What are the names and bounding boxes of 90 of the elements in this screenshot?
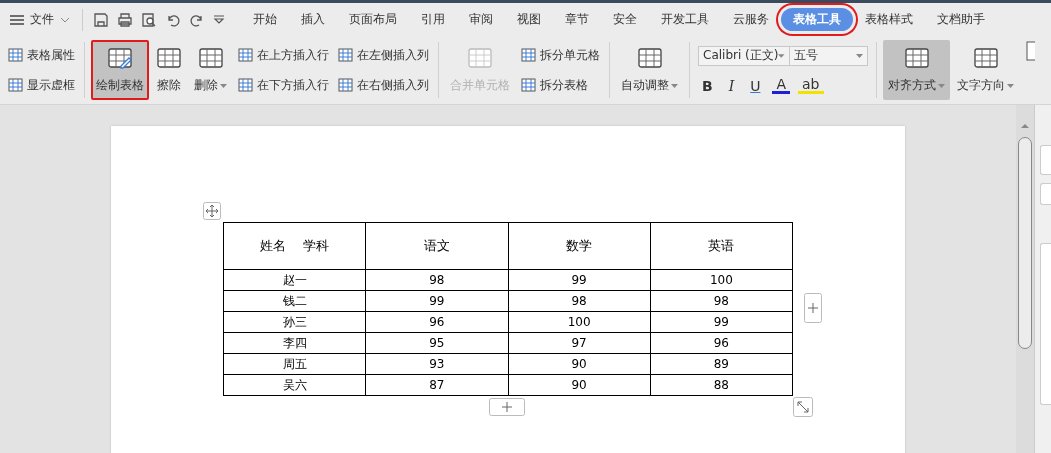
- table-cell: 孙三: [223, 311, 366, 333]
- table-cell: 98: [365, 269, 508, 291]
- table-icon: [337, 48, 353, 62]
- ribbon-button[interactable]: 擦除: [151, 40, 187, 100]
- ribbon-tab[interactable]: 审阅: [457, 8, 505, 31]
- ribbon-tab[interactable]: 云服务: [721, 8, 781, 31]
- caret-icon: [856, 53, 863, 58]
- ribbon-button[interactable]: 文字方向: [952, 40, 1019, 100]
- ribbon-button[interactable]: 表格属性: [4, 44, 78, 66]
- table-cell: 97: [508, 332, 651, 354]
- format-button[interactable]: I: [724, 77, 739, 95]
- table-cell: 87: [365, 374, 508, 396]
- table-cell: 100: [508, 311, 651, 333]
- table-icon: [337, 78, 353, 92]
- caret-icon: [778, 53, 785, 58]
- table-cell: 98: [650, 290, 793, 312]
- table-cell: 吴六: [223, 374, 366, 396]
- format-button[interactable]: ab: [798, 77, 824, 95]
- ribbon-button[interactable]: 自动调整: [616, 40, 683, 100]
- ribbon-button[interactable]: 在左侧插入列: [334, 44, 432, 66]
- table-icon: [7, 48, 23, 62]
- menu-icon: [10, 14, 24, 25]
- format-button[interactable]: B: [698, 77, 717, 95]
- preview-icon[interactable]: [141, 11, 157, 28]
- save-icon[interactable]: [93, 11, 109, 28]
- chevron-down-icon: [60, 16, 70, 23]
- table-cell: 99: [508, 269, 651, 291]
- table-cell: 95: [365, 332, 508, 354]
- resize-handle-icon[interactable]: [793, 397, 813, 417]
- table-icon: [237, 48, 253, 62]
- table-cell: 90: [508, 353, 651, 375]
- table-cell: 96: [650, 332, 793, 354]
- table-cell: 99: [650, 311, 793, 333]
- table-header-cell: 姓名 学科: [223, 222, 366, 270]
- ribbon-tab[interactable]: 插入: [289, 8, 337, 31]
- font-family-select[interactable]: Calibri (正文): [698, 45, 790, 66]
- table-cell: 李四: [223, 332, 366, 354]
- ribbon-tab[interactable]: 安全: [601, 8, 649, 31]
- table-cell: 88: [650, 374, 793, 396]
- table-cell: 赵一: [223, 269, 366, 291]
- table-icon: [7, 78, 23, 92]
- table-icon: [903, 46, 930, 70]
- move-handle-icon[interactable]: [203, 202, 221, 220]
- ribbon-button[interactable]: 拆分单元格: [517, 44, 603, 66]
- table-cell: 98: [508, 290, 651, 312]
- file-menu[interactable]: 文件: [10, 11, 76, 28]
- dropdown-icon[interactable]: [213, 14, 225, 25]
- table-cell: 钱二: [223, 290, 366, 312]
- scrollbar[interactable]: [1016, 105, 1034, 453]
- table-cell: 100: [650, 269, 793, 291]
- table-header-cell: 数学: [508, 222, 651, 270]
- scroll-up-icon[interactable]: [1020, 123, 1030, 129]
- table-icon: [156, 46, 182, 70]
- table-cell: 99: [365, 290, 508, 312]
- ribbon-tab[interactable]: 引用: [409, 8, 457, 31]
- format-button[interactable]: U: [746, 77, 765, 95]
- ribbon-tab[interactable]: 视图: [505, 8, 553, 31]
- table-icon[interactable]: [1025, 40, 1035, 62]
- table-cell: 周五: [223, 353, 366, 375]
- table-icon: [197, 46, 224, 70]
- ribbon-button[interactable]: 拆分表格: [517, 74, 603, 96]
- ribbon-button[interactable]: 绘制表格: [91, 40, 149, 100]
- ribbon-button[interactable]: 显示虚框: [4, 74, 78, 96]
- ribbon-button[interactable]: 在下方插入行: [234, 74, 332, 96]
- ribbon-tab[interactable]: 页面布局: [337, 8, 409, 31]
- ribbon-tab[interactable]: 开始: [241, 8, 289, 31]
- table-header-cell: 英语: [650, 222, 793, 270]
- table-icon: [520, 78, 536, 92]
- table-icon: [107, 46, 133, 70]
- format-button[interactable]: A: [772, 77, 791, 95]
- ribbon-button[interactable]: 对齐方式: [883, 40, 950, 100]
- ribbon-button[interactable]: 在右侧插入列: [334, 74, 432, 96]
- table-icon: [520, 48, 536, 62]
- ribbon-tab[interactable]: 文档助手: [925, 8, 997, 31]
- ribbon-tab[interactable]: 章节: [553, 8, 601, 31]
- table-icon: [972, 46, 999, 70]
- print-icon[interactable]: [117, 11, 133, 28]
- table-header-cell: 语文: [365, 222, 508, 270]
- table-cell: 89: [650, 353, 793, 375]
- ribbon-button[interactable]: 在上方插入行: [234, 44, 332, 66]
- table-icon: [636, 46, 663, 70]
- table-cell: 93: [365, 353, 508, 375]
- table-cell: 96: [365, 311, 508, 333]
- ribbon-tab[interactable]: 表格样式: [853, 8, 925, 31]
- table-icon: [467, 46, 493, 70]
- font-size-select[interactable]: 五号: [790, 45, 868, 66]
- table-icon: [237, 78, 253, 92]
- table-cell: 90: [508, 374, 651, 396]
- ribbon-tab[interactable]: 开发工具: [649, 8, 721, 31]
- ribbon-button[interactable]: 删除: [189, 40, 232, 100]
